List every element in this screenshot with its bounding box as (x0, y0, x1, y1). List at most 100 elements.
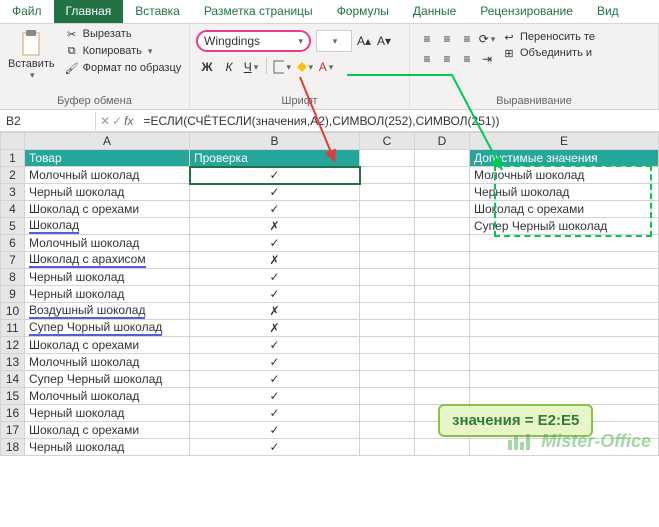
cell[interactable]: Супер Черный шоколад (25, 371, 190, 388)
cell[interactable]: ✓ (190, 286, 360, 303)
cell[interactable] (470, 354, 659, 371)
font-name-combo[interactable]: Wingdings ▾ (196, 30, 311, 52)
cancel-formula-icon[interactable]: ✕ (100, 114, 110, 128)
tab-home[interactable]: Главная (54, 0, 124, 23)
paste-button[interactable]: Вставить ▾ (4, 26, 59, 83)
row-header[interactable]: 6 (1, 235, 25, 252)
spreadsheet-grid[interactable]: A B C D E 1 Товар Проверка Допустимые зн… (0, 132, 659, 456)
row-header[interactable]: 1 (1, 150, 25, 167)
cell[interactable]: ✓ (190, 371, 360, 388)
cell[interactable] (360, 405, 415, 422)
tab-review[interactable]: Рецензирование (468, 0, 585, 23)
cell[interactable]: Молочный шоколад (25, 235, 190, 252)
cell[interactable]: ✓ (190, 235, 360, 252)
cut-button[interactable]: ✂Вырезать (63, 26, 184, 42)
cell[interactable] (470, 269, 659, 286)
cell[interactable] (415, 218, 470, 235)
cell[interactable] (470, 252, 659, 269)
cell[interactable]: Молочный шоколад (25, 388, 190, 405)
align-right-button[interactable]: ≡ (458, 50, 476, 68)
cell[interactable] (360, 167, 415, 184)
cell[interactable]: Шоколад с орехами (25, 337, 190, 354)
cell[interactable]: Шоколад с арахисом (25, 252, 190, 269)
align-left-button[interactable]: ≡ (418, 50, 436, 68)
cell[interactable] (360, 201, 415, 218)
formula-input[interactable]: =ЕСЛИ(СЧЁТЕСЛИ(значения,A2),СИМВОЛ(252),… (137, 112, 659, 130)
cell[interactable]: ✓ (190, 269, 360, 286)
cell[interactable]: ✓ (190, 388, 360, 405)
cell[interactable] (470, 371, 659, 388)
cell[interactable]: ✓ (190, 405, 360, 422)
row-header[interactable]: 18 (1, 439, 25, 456)
accept-formula-icon[interactable]: ✓ (112, 114, 122, 128)
cell[interactable] (415, 252, 470, 269)
bold-button[interactable]: Ж (198, 58, 216, 76)
cell[interactable] (415, 235, 470, 252)
tab-data[interactable]: Данные (401, 0, 468, 23)
cell[interactable]: ✓ (190, 354, 360, 371)
row-header[interactable]: 5 (1, 218, 25, 235)
cell[interactable] (360, 303, 415, 320)
cell[interactable]: ✓ (190, 422, 360, 439)
align-bottom-button[interactable]: ≡ (458, 30, 476, 48)
cell[interactable]: Проверка (190, 150, 360, 167)
cell[interactable] (360, 286, 415, 303)
cell[interactable]: Супер Чорный шоколад (25, 320, 190, 337)
cell[interactable] (415, 337, 470, 354)
cell[interactable]: Шоколад с орехами (25, 422, 190, 439)
cell[interactable] (360, 252, 415, 269)
row-header[interactable]: 2 (1, 167, 25, 184)
orientation-button[interactable]: ⟳▾ (478, 30, 496, 48)
cell[interactable] (415, 320, 470, 337)
cell[interactable] (415, 269, 470, 286)
tab-insert[interactable]: Вставка (123, 0, 192, 23)
cell[interactable]: Черный шоколад (25, 405, 190, 422)
cell[interactable]: Шоколад с орехами (25, 201, 190, 218)
cell[interactable] (415, 303, 470, 320)
fill-color-button[interactable]: ▾ (295, 58, 313, 76)
copy-button[interactable]: ⧉Копировать▾ (63, 43, 184, 59)
row-header[interactable]: 12 (1, 337, 25, 354)
cell[interactable] (415, 388, 470, 405)
cell[interactable] (415, 354, 470, 371)
cell[interactable]: Молочный шоколад (25, 354, 190, 371)
cell[interactable]: Молочный шоколад (25, 167, 190, 184)
col-header-d[interactable]: D (415, 133, 470, 150)
row-header[interactable]: 3 (1, 184, 25, 201)
row-header[interactable]: 7 (1, 252, 25, 269)
cell[interactable] (415, 184, 470, 201)
cell[interactable]: Черный шоколад (25, 286, 190, 303)
decrease-font-button[interactable]: A▾ (375, 32, 393, 50)
format-painter-button[interactable]: 🖌Формат по образцу (63, 60, 184, 76)
cell[interactable]: Товар (25, 150, 190, 167)
cell[interactable] (360, 235, 415, 252)
cell[interactable]: ✗ (190, 218, 360, 235)
cell[interactable] (470, 286, 659, 303)
italic-button[interactable]: К (220, 58, 238, 76)
cell[interactable] (360, 269, 415, 286)
row-header[interactable]: 15 (1, 388, 25, 405)
indent-button[interactable]: ⇥ (478, 50, 496, 68)
select-all-corner[interactable] (1, 133, 25, 150)
row-header[interactable]: 9 (1, 286, 25, 303)
align-middle-button[interactable]: ≡ (438, 30, 456, 48)
col-header-c[interactable]: C (360, 133, 415, 150)
cell[interactable] (360, 218, 415, 235)
cell[interactable] (470, 337, 659, 354)
increase-font-button[interactable]: A▴ (355, 32, 373, 50)
tab-pagelayout[interactable]: Разметка страницы (192, 0, 325, 23)
cell[interactable] (360, 371, 415, 388)
cell[interactable] (360, 439, 415, 456)
cell[interactable] (360, 150, 415, 167)
cell[interactable] (360, 422, 415, 439)
tab-view[interactable]: Вид (585, 0, 631, 23)
cell[interactable]: Воздушный шоколад (25, 303, 190, 320)
row-header[interactable]: 8 (1, 269, 25, 286)
name-box[interactable]: B2 (0, 112, 96, 130)
fx-icon[interactable]: fx (124, 114, 133, 128)
cell[interactable] (360, 184, 415, 201)
cell[interactable]: Допустимые значения (470, 150, 659, 167)
cell[interactable]: Шоколад (25, 218, 190, 235)
cell[interactable]: ✓ (190, 184, 360, 201)
cell[interactable] (415, 286, 470, 303)
